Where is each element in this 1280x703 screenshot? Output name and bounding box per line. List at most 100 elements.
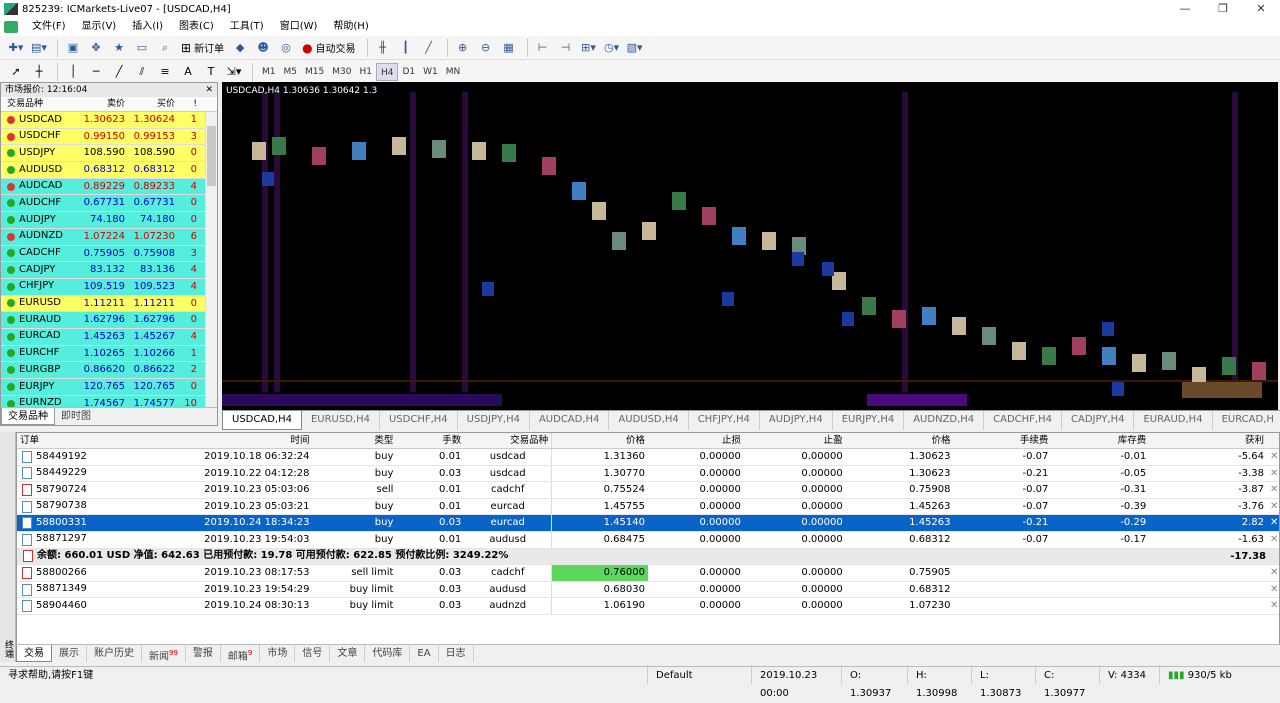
terminal-icon[interactable]: ▭ <box>132 39 152 57</box>
close-order-icon[interactable]: ✕ <box>1267 565 1279 581</box>
orders-col[interactable]: 库存费 <box>1051 433 1149 448</box>
terminal-tab[interactable]: 交易 <box>16 645 52 662</box>
menu-view[interactable]: 显示(V) <box>74 18 125 36</box>
market-watch-row[interactable]: AUDNZD 1.07224 1.07230 6 <box>1 228 217 246</box>
chart-tab[interactable]: EURUSD,H4 <box>302 411 380 430</box>
tile-windows-icon[interactable]: ▦ <box>499 39 519 57</box>
auto-trading-button[interactable]: ● 自动交易 <box>299 39 358 57</box>
menu-help[interactable]: 帮助(H) <box>325 18 376 36</box>
market-watch-row[interactable]: EURCHF 1.10265 1.10266 1 <box>1 345 217 363</box>
order-row[interactable]: 58871349 2019.10.23 19:54:29 buy limit 0.03… <box>17 581 1279 599</box>
terminal-tab[interactable]: 新闻99 <box>142 645 186 662</box>
tf-m1[interactable]: M1 <box>258 63 280 81</box>
chart-tab[interactable]: CADJPY,H4 <box>1062 411 1135 430</box>
market-watch-row[interactable]: EURAUD 1.62796 1.62796 0 <box>1 312 217 329</box>
order-row[interactable]: 58904460 2019.10.24 08:30:13 buy limit 0.03… <box>17 598 1279 615</box>
market-watch-row[interactable]: EURJPY 120.765 120.765 0 <box>1 379 217 396</box>
market-watch-row[interactable]: AUDCAD 0.89229 0.89233 4 <box>1 178 217 196</box>
terminal-tab[interactable]: 代码库 <box>365 645 411 662</box>
terminal-tab[interactable]: 文章 <box>330 645 366 662</box>
terminal-tab[interactable]: 邮箱9 <box>221 645 261 662</box>
market-watch-close-icon[interactable]: ✕ <box>205 83 213 97</box>
orders-col[interactable]: 获利 <box>1149 433 1267 448</box>
close-order-icon[interactable]: ✕ <box>1267 582 1279 598</box>
menu-file[interactable]: 文件(F) <box>24 18 74 36</box>
new-chart-icon[interactable]: ✚▾ <box>6 39 26 57</box>
orders-col[interactable]: 交易品种 <box>464 433 553 448</box>
text-tool-icon[interactable]: A <box>178 63 198 81</box>
col-symbol[interactable]: 交易品种 <box>1 97 73 111</box>
bar-chart-icon[interactable]: ╫ <box>373 39 393 57</box>
vertical-line-icon[interactable]: │ <box>63 63 83 81</box>
market-watch-scrollbar[interactable] <box>205 112 217 412</box>
market-watch-row[interactable]: CADCHF 0.75905 0.75908 3 <box>1 245 217 263</box>
periods-icon[interactable]: ◷▾ <box>602 39 622 57</box>
menu-window[interactable]: 窗口(W) <box>272 18 326 36</box>
order-row[interactable]: 58790724 2019.10.23 05:03:06 sell 0.01 cadch… <box>17 482 1279 499</box>
community-icon[interactable]: ☻ <box>253 39 273 57</box>
terminal-tab[interactable]: 日志 <box>439 645 474 662</box>
tf-h1[interactable]: H1 <box>355 63 376 81</box>
market-watch-row[interactable]: USDJPY 108.590 108.590 0 <box>1 145 217 163</box>
zoom-out-icon[interactable]: ⊖ <box>476 39 496 57</box>
close-order-icon[interactable]: ✕ <box>1267 466 1279 482</box>
chart-tab[interactable]: EURCAD,H <box>1213 411 1280 430</box>
price-chart[interactable]: USDCAD,H4 1.30636 1.30642 1.3 <box>222 82 1278 410</box>
chart-tab[interactable]: CADCHF,H4 <box>984 411 1062 430</box>
market-watch-row[interactable]: EURCAD 1.45263 1.45267 4 <box>1 328 217 346</box>
market-watch-row[interactable]: CHFJPY 109.519 109.523 4 <box>1 278 217 296</box>
terminal-tab[interactable]: 警报 <box>186 645 221 662</box>
orders-col[interactable]: 类型 <box>313 433 397 448</box>
channel-icon[interactable]: ⫽ <box>132 63 152 81</box>
vps-icon[interactable]: ◎ <box>276 39 296 57</box>
orders-col[interactable]: 止损 <box>648 433 744 448</box>
orders-col[interactable]: 价格 <box>552 433 648 448</box>
crosshair-icon[interactable]: ┼ <box>29 63 49 81</box>
order-row[interactable]: 58800331 2019.10.24 18:34:23 buy 0.03 eurcad… <box>17 515 1279 532</box>
fibonacci-icon[interactable]: ≡ <box>155 63 175 81</box>
market-watch-icon[interactable]: ▣ <box>63 39 83 57</box>
chart-shift-icon[interactable]: ⊢ <box>533 39 553 57</box>
col-bid[interactable]: 卖价 <box>73 97 129 111</box>
market-watch-row[interactable]: AUDUSD 0.68312 0.68312 0 <box>1 162 217 179</box>
order-row[interactable]: 58449229 2019.10.22 04:12:28 buy 0.03 usdcad… <box>17 465 1279 483</box>
indicators-icon[interactable]: ⊞▾ <box>579 39 599 57</box>
zoom-in-icon[interactable]: ⊕ <box>453 39 473 57</box>
auto-scroll-icon[interactable]: ⊣ <box>556 39 576 57</box>
profiles-icon[interactable]: ▤▾ <box>29 39 49 57</box>
tf-mn[interactable]: MN <box>442 63 465 81</box>
market-watch-row[interactable]: EURUSD 1.11211 1.11211 0 <box>1 295 217 313</box>
orders-col[interactable]: 手续费 <box>954 433 1052 448</box>
chart-tab[interactable]: CHFJPY,H4 <box>689 411 760 430</box>
tf-m15[interactable]: M15 <box>301 63 328 81</box>
market-watch-row[interactable]: USDCHF 0.99150 0.99153 3 <box>1 128 217 146</box>
chart-tab[interactable]: EURAUD,H4 <box>1134 411 1213 430</box>
tab-tick-chart[interactable]: 即时图 <box>55 408 97 425</box>
order-row[interactable]: 58449192 2019.10.18 06:32:24 buy 0.01 usdcad… <box>17 449 1279 466</box>
data-window-icon[interactable]: ✥ <box>86 39 106 57</box>
market-watch-row[interactable]: CADJPY 83.132 83.136 4 <box>1 262 217 279</box>
orders-col[interactable]: 价格 <box>846 433 954 448</box>
tf-w1[interactable]: W1 <box>419 63 442 81</box>
terminal-tab[interactable]: EA <box>410 645 439 662</box>
arrows-tool-icon[interactable]: ⇲▾ <box>224 63 244 81</box>
line-chart-icon[interactable]: ╱ <box>419 39 439 57</box>
orders-col[interactable]: 时间 <box>157 433 313 448</box>
market-watch-row[interactable]: AUDJPY 74.180 74.180 0 <box>1 212 217 229</box>
minimize-button[interactable]: — <box>1166 0 1204 18</box>
new-order-button[interactable]: ⊞ 新订单 <box>178 39 227 57</box>
col-ask[interactable]: 买价 <box>129 97 179 111</box>
templates-icon[interactable]: ▧▾ <box>625 39 645 57</box>
candlestick-icon[interactable]: ┃ <box>396 39 416 57</box>
market-watch-row[interactable]: EURGBP 0.86620 0.86622 2 <box>1 362 217 379</box>
tf-d1[interactable]: D1 <box>398 63 419 81</box>
close-order-icon[interactable]: ✕ <box>1267 532 1279 548</box>
market-watch-row[interactable]: AUDCHF 0.67731 0.67731 0 <box>1 195 217 213</box>
close-order-icon[interactable]: ✕ <box>1267 598 1279 614</box>
orders-col[interactable]: 手数 <box>396 433 464 448</box>
tf-m30[interactable]: M30 <box>328 63 355 81</box>
chart-tab[interactable]: AUDJPY,H4 <box>760 411 833 430</box>
terminal-tab[interactable]: 信号 <box>295 645 331 662</box>
chart-tab[interactable]: AUDUSD,H4 <box>609 411 689 430</box>
chart-tab[interactable]: EURJPY,H4 <box>833 411 905 430</box>
